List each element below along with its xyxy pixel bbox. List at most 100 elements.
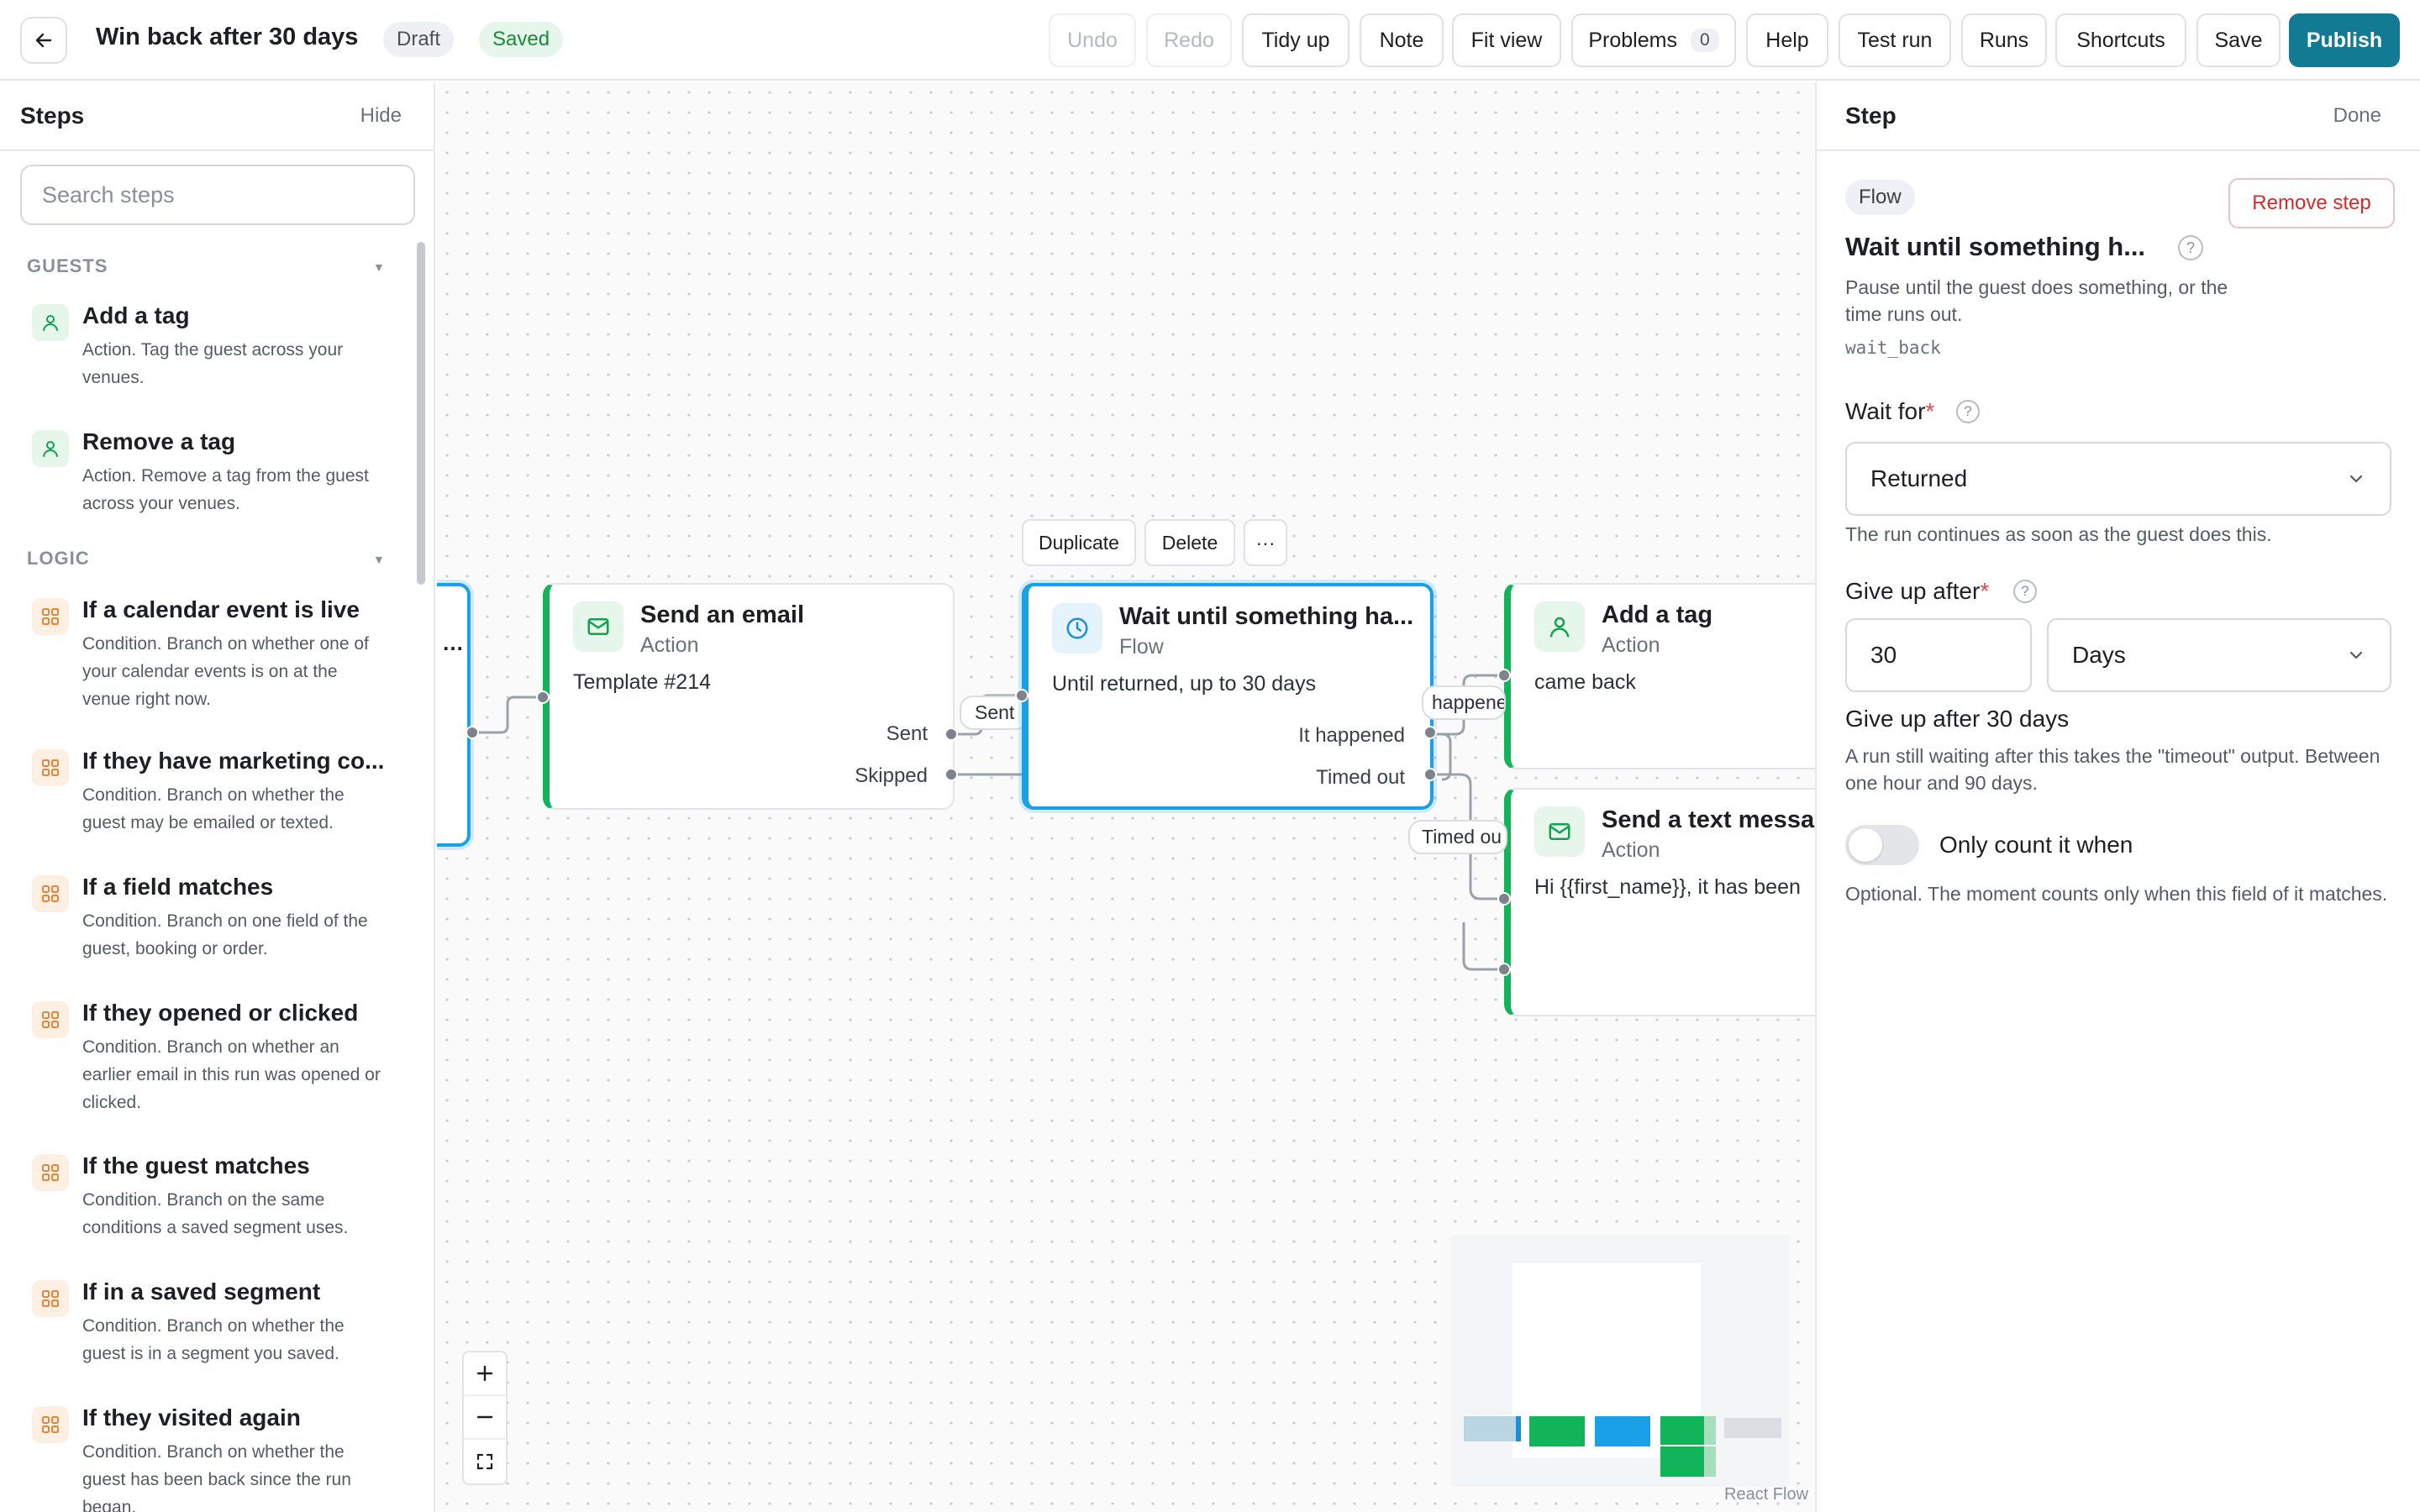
node-kind: Action [1602, 633, 1660, 657]
item-name: If a calendar event is live [82, 596, 360, 622]
only-count-label: Only count it when [1939, 832, 2133, 858]
give-up-unit-value: Days [2072, 642, 2126, 668]
divider [1817, 150, 2420, 151]
saved-badge: Saved [479, 22, 564, 57]
previous-step-node[interactable] [437, 583, 471, 847]
section-label-logic[interactable]: LOGIC [27, 548, 90, 570]
wait-until-node[interactable]: Wait until something ha... Flow Until re… [1022, 583, 1434, 810]
wait-for-select[interactable]: Returned [1845, 442, 2391, 516]
step-kind-badge: Flow [1845, 180, 1915, 215]
only-count-hint: Optional. The moment counts only when th… [1845, 883, 2388, 905]
send-text-node[interactable]: Send a text messag Action Hi {{first_nam… [1504, 788, 1815, 1016]
node-handle[interactable] [1497, 963, 1511, 976]
tidy-up-button[interactable]: Tidy up [1242, 13, 1349, 67]
fit-view-button[interactable]: Fit view [1452, 13, 1561, 67]
port-label-sent: Sent [886, 722, 928, 745]
clock-icon [1052, 603, 1102, 654]
hide-sidebar-button[interactable]: Hide [360, 104, 402, 128]
fit-view-control[interactable] [464, 1440, 506, 1483]
node-title: Send a text messag [1602, 806, 1815, 833]
required-marker: * [1925, 398, 1935, 424]
note-button[interactable]: Note [1360, 13, 1444, 67]
item-description: Condition. Branch on whether one of your… [82, 634, 369, 709]
section-label-guests[interactable]: GUESTS [27, 255, 108, 277]
give-up-label-text: Give up after [1845, 578, 1981, 604]
only-count-toggle[interactable] [1845, 825, 1919, 865]
give-up-amount-input[interactable] [1845, 618, 2032, 692]
branch-grid-icon [32, 1406, 69, 1443]
more-options-button[interactable]: ··· [1244, 519, 1287, 566]
redo-button[interactable]: Redo [1146, 13, 1232, 67]
person-icon [32, 304, 69, 341]
branch-grid-icon [32, 598, 69, 635]
shortcuts-button[interactable]: Shortcuts [2055, 13, 2186, 67]
item-name: If they have marketing co... [82, 748, 385, 774]
help-icon[interactable]: ? [2013, 580, 2037, 603]
node-body: came back [1534, 670, 1636, 694]
node-handle[interactable] [1497, 669, 1511, 682]
delete-button[interactable]: Delete [1144, 519, 1235, 566]
remove-step-button[interactable]: Remove step [2228, 178, 2395, 228]
item-description: Condition. Branch on whether the guest i… [82, 1316, 345, 1363]
publish-button[interactable]: Publish [2289, 13, 2400, 67]
edge-previous-to-email [472, 696, 544, 734]
send-email-node[interactable]: Send an email Action Template #214 Sent … [543, 583, 955, 810]
test-run-button[interactable]: Test run [1839, 13, 1951, 67]
give-up-label: Give up after* [1845, 578, 1989, 605]
search-steps-input[interactable] [20, 165, 415, 225]
node-handle-skipped[interactable] [944, 768, 958, 781]
edge-label-happened[interactable]: happened [1422, 685, 1506, 720]
node-kind: Action [1602, 838, 1660, 862]
minimap[interactable] [1450, 1235, 1790, 1487]
fullscreen-icon [476, 1453, 493, 1470]
sidebar-title: Steps [20, 102, 85, 129]
problems-button[interactable]: Problems 0 [1571, 13, 1736, 67]
node-kind: Flow [1119, 635, 1164, 659]
back-button[interactable] [20, 17, 67, 64]
save-button[interactable]: Save [2196, 13, 2281, 67]
required-marker: * [1980, 578, 1990, 604]
branch-grid-icon [32, 875, 69, 912]
node-handle[interactable] [1497, 892, 1511, 906]
done-button[interactable]: Done [2333, 104, 2381, 128]
edge-label-timed-out[interactable]: Timed ou [1408, 820, 1507, 854]
node-handle[interactable] [466, 726, 479, 739]
scrollbar-thumb[interactable] [417, 242, 425, 585]
help-button[interactable]: Help [1746, 13, 1828, 67]
zoom-out-button[interactable] [464, 1396, 506, 1440]
node-handle-happened[interactable] [1423, 726, 1437, 739]
problems-count: 0 [1690, 29, 1719, 52]
chevron-down-icon[interactable]: ▼ [373, 553, 385, 566]
branch-grid-icon [32, 749, 69, 786]
zoom-in-button[interactable] [464, 1352, 506, 1396]
port-label-timed-out: Timed out [1316, 766, 1405, 789]
person-icon [1534, 601, 1585, 652]
port-label-skipped: Skipped [855, 764, 928, 787]
item-name: If they visited again [82, 1404, 301, 1431]
add-tag-node[interactable]: Add a tag Action came back [1504, 583, 1815, 769]
duplicate-button[interactable]: Duplicate [1022, 519, 1136, 566]
node-handle[interactable] [1015, 689, 1028, 702]
item-description: Action. Tag the guest across your venues… [82, 340, 344, 387]
give-up-unit-select[interactable]: Days [2047, 618, 2391, 692]
step-key: wait_back [1845, 338, 1941, 358]
step-title: Wait until something h... [1845, 232, 2146, 261]
flow-canvas[interactable]: … Send an email Action Template #214 Sen… [437, 82, 1815, 1512]
workflow-title[interactable]: Win back after 30 days [96, 24, 358, 51]
chevron-down-icon[interactable]: ▼ [373, 260, 385, 274]
item-name: If a field matches [82, 874, 274, 900]
help-icon[interactable]: ? [2178, 235, 2203, 260]
plus-icon [476, 1365, 493, 1382]
react-flow-attribution[interactable]: React Flow [1724, 1485, 1808, 1504]
node-handle-sent[interactable] [944, 727, 958, 741]
envelope-icon [573, 601, 623, 652]
item-name: Remove a tag [82, 428, 236, 454]
node-handle[interactable] [536, 690, 550, 704]
steps-sidebar: Steps Hide GUESTS ▼ Add a tag Action. Ta… [0, 82, 435, 1512]
undo-button[interactable]: Undo [1049, 13, 1136, 67]
help-icon[interactable]: ? [1956, 400, 1980, 423]
step-inspector-panel: Step Done Flow Remove step Wait until so… [1815, 82, 2420, 1512]
node-handle-timed-out[interactable] [1423, 768, 1437, 781]
item-name: If in a saved segment [82, 1278, 321, 1305]
runs-button[interactable]: Runs [1961, 13, 2047, 67]
